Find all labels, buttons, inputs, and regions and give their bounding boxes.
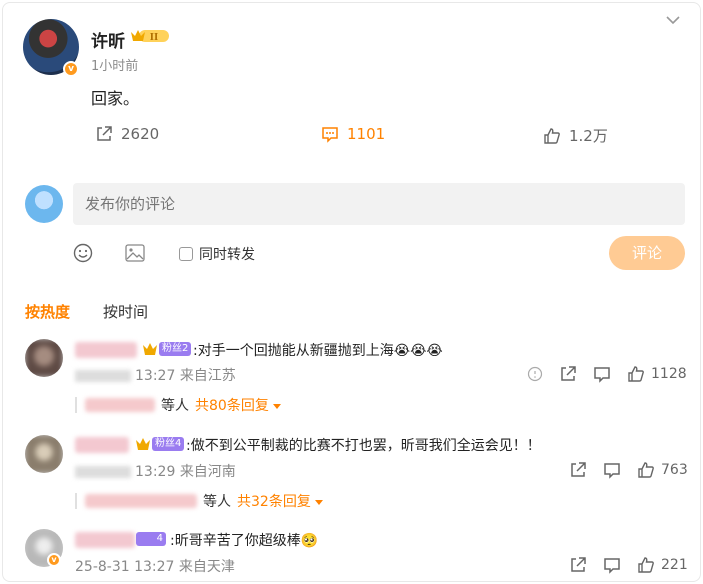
view-replies-link[interactable]: 共80条回复 [195, 395, 281, 415]
like-count: 763 [661, 462, 688, 478]
comment-text: :做不到公平制裁的比赛不打也罢，昕哥我们全运会见！！ [186, 438, 541, 454]
submit-comment-button[interactable]: 评论 [609, 236, 685, 270]
comment-button[interactable]: 1101 [321, 125, 385, 143]
emoji-icon[interactable] [73, 243, 93, 263]
replier-names-redacted[interactable] [85, 398, 155, 412]
comment-meta: 25-8-31 13:27 来自天津 [75, 559, 235, 575]
fan-level-badge: 粉丝4 [152, 437, 185, 451]
comment-actions: 1128 [527, 365, 687, 383]
commenter-avatar[interactable] [25, 339, 63, 377]
comment-actions: 763 [569, 461, 688, 479]
reply-divider [75, 397, 77, 413]
weibo-post-card: v 许昕 II 1小时前 回家。 2620 1101 1.2万 发布你的评论 同… [2, 2, 701, 582]
comment-meta: 13:29 来自河南 [75, 461, 236, 481]
like-count: 221 [661, 557, 688, 573]
commenter-name-redacted[interactable] [75, 342, 137, 358]
reply-divider [75, 493, 77, 509]
like-count: 1128 [651, 366, 687, 382]
comment-icon [322, 127, 338, 143]
author-name[interactable]: 许昕 [91, 27, 125, 52]
thumbs-up-icon [544, 127, 560, 144]
like-button[interactable]: 1.2万 [543, 125, 608, 146]
post-text: 回家。 [91, 89, 140, 108]
crown-badge-icon: II [131, 30, 169, 43]
commenter-name-redacted[interactable] [75, 532, 135, 548]
thumbs-up-icon[interactable]: 221 [637, 556, 688, 574]
view-replies-link[interactable]: 共32条回复 [237, 491, 323, 511]
verified-icon: v [47, 553, 61, 567]
crown-icon [136, 438, 150, 450]
caret-down-icon [314, 499, 323, 505]
repost-button[interactable]: 2620 [95, 125, 159, 143]
comment-text: :昕哥辛苦了你超级棒🥺 [170, 533, 319, 549]
commenter-name-redacted[interactable] [75, 437, 129, 453]
comment-input[interactable] [73, 183, 685, 225]
thumbs-up-icon[interactable]: 1128 [627, 365, 687, 383]
checkbox-box[interactable] [179, 247, 193, 261]
current-user-avatar [25, 185, 63, 223]
comment-count: 1101 [347, 125, 386, 143]
repost-icon[interactable] [559, 365, 577, 383]
comment-icon[interactable] [593, 365, 611, 383]
comment-icon[interactable] [603, 461, 621, 479]
repost-checkbox-label: 同时转发 [199, 247, 255, 263]
comment-date-redacted [75, 466, 131, 478]
svg-text:II: II [150, 33, 158, 43]
comment-text: :对手一个回抛能从新疆抛到上海😭😭😭 [193, 343, 443, 359]
comment-date-redacted [75, 370, 131, 382]
commenter-avatar[interactable] [25, 435, 63, 473]
repost-icon [97, 126, 112, 141]
like-count: 1.2万 [569, 127, 608, 145]
comment-meta: 13:27 来自江苏 [75, 365, 236, 385]
tab-sort-time[interactable]: 按时间 [103, 301, 148, 322]
repost-count: 2620 [121, 125, 160, 143]
repost-checkbox[interactable]: 同时转发 [179, 244, 255, 264]
reply-summary: 等人 共80条回复 [85, 395, 281, 415]
post-action-bar: 2620 1101 1.2万 [3, 125, 700, 151]
info-icon[interactable] [527, 366, 543, 382]
repost-icon[interactable] [569, 461, 587, 479]
fan-level-badge: 粉丝2 [159, 342, 192, 356]
thumbs-up-icon[interactable]: 763 [637, 461, 688, 479]
comment-actions: 221 [569, 556, 688, 574]
replier-names-redacted[interactable] [85, 494, 197, 508]
reply-summary: 等人 共32条回复 [85, 491, 323, 511]
image-icon[interactable] [125, 244, 145, 262]
repost-icon[interactable] [569, 556, 587, 574]
fan-level-badge: 4 [136, 532, 166, 546]
chevron-down-icon[interactable] [666, 15, 680, 25]
caret-down-icon [272, 403, 281, 409]
crown-icon [143, 343, 157, 355]
post-time[interactable]: 1小时前 [91, 55, 138, 74]
comment-icon[interactable] [603, 556, 621, 574]
tab-sort-hot[interactable]: 按热度 [25, 301, 70, 322]
verified-icon: v [63, 61, 79, 77]
